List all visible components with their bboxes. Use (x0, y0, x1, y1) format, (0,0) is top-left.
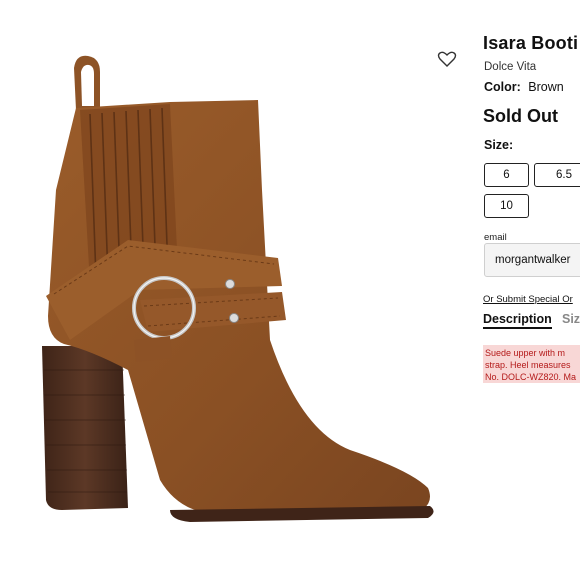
special-order-link[interactable]: Or Submit Special Or (483, 294, 573, 305)
size-option-6[interactable]: 6 (484, 163, 529, 187)
tab-description[interactable]: Description (483, 312, 552, 329)
color-label: Color: (484, 80, 521, 94)
sold-out-status: Sold Out (483, 106, 558, 126)
color-row: Color: Brown (484, 80, 564, 94)
description-line: strap. Heel measures (485, 360, 571, 370)
product-image (42, 55, 434, 522)
size-option-10[interactable]: 10 (484, 194, 529, 218)
product-title: Isara Booti (483, 33, 579, 53)
color-value: Brown (528, 80, 564, 94)
tab-size-fit[interactable]: Siz (562, 312, 580, 326)
description-line: Suede upper with m (485, 348, 566, 358)
email-label: email (484, 232, 507, 243)
size-label: Size: (484, 138, 514, 152)
size-option-6-5[interactable]: 6.5 (534, 163, 580, 187)
email-field[interactable]: morgantwalker (484, 243, 580, 277)
description-text: Suede upper with m strap. Heel measures … (483, 345, 580, 383)
brand-name[interactable]: Dolce Vita (484, 61, 536, 73)
description-line: No. DOLC-WZ820. Ma (485, 372, 577, 382)
heart-icon[interactable] (437, 50, 457, 68)
